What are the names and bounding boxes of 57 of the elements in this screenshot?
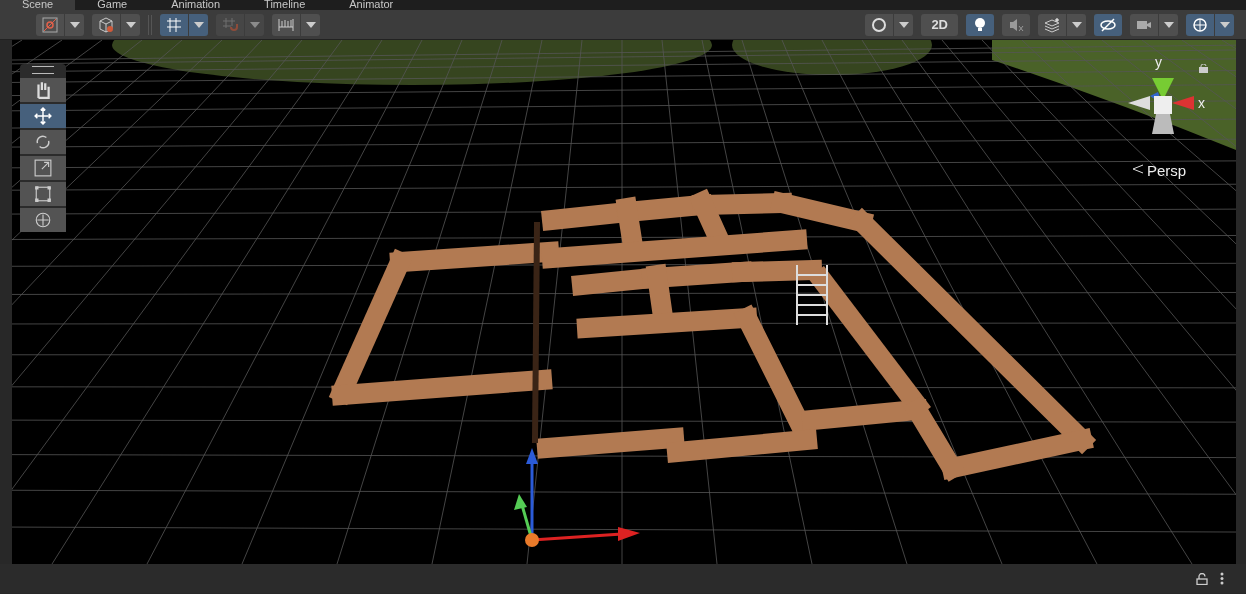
gizmo-toggle-icon bbox=[42, 16, 58, 33]
ruler-icon bbox=[278, 16, 294, 33]
tool-button[interactable] bbox=[20, 156, 66, 180]
tool-button[interactable] bbox=[20, 182, 66, 206]
lock-icon[interactable] bbox=[1199, 64, 1208, 73]
hand-icon bbox=[34, 81, 52, 99]
2d-toggle-button[interactable]: 2D bbox=[921, 13, 958, 36]
axis-label: y bbox=[1155, 53, 1162, 72]
caret-icon bbox=[305, 21, 316, 28]
caret-icon bbox=[1163, 21, 1174, 28]
more-options-icon[interactable] bbox=[1220, 572, 1224, 585]
tool-button[interactable] bbox=[20, 208, 66, 232]
globe-gizmo-icon bbox=[1192, 16, 1208, 33]
dropdown-button[interactable] bbox=[1130, 13, 1178, 36]
dropdown-button[interactable] bbox=[92, 13, 140, 36]
tab[interactable]: Game bbox=[75, 0, 150, 10]
caret-icon bbox=[249, 21, 260, 28]
lock-icon[interactable] bbox=[1196, 572, 1208, 585]
tab[interactable]: Scene bbox=[0, 0, 76, 10]
tab[interactable]: Animation bbox=[149, 0, 243, 10]
scale-icon bbox=[34, 159, 52, 177]
light-bulb-icon bbox=[972, 16, 988, 33]
transform-icon bbox=[34, 211, 52, 229]
chevron-icon bbox=[1132, 163, 1144, 175]
toggle-button[interactable] bbox=[966, 13, 994, 36]
cube-icon bbox=[98, 16, 114, 33]
caret-icon bbox=[69, 21, 80, 28]
caret-icon bbox=[1071, 21, 1082, 28]
drag-handle-icon[interactable] bbox=[32, 66, 54, 74]
shading-mode-icon bbox=[871, 16, 888, 33]
tool-button[interactable] bbox=[20, 78, 66, 102]
axis-label: x bbox=[1198, 94, 1205, 113]
layers-sparkle-icon bbox=[1044, 16, 1060, 33]
tab[interactable]: Animator bbox=[327, 0, 416, 10]
tab[interactable]: Timeline bbox=[242, 0, 328, 10]
toggle-button[interactable] bbox=[1002, 13, 1030, 36]
projection-label[interactable]: Persp bbox=[1147, 160, 1187, 183]
grid-icon bbox=[166, 16, 182, 33]
move-arrows-icon bbox=[34, 107, 52, 125]
dropdown-button[interactable] bbox=[272, 13, 320, 36]
caret-icon bbox=[125, 21, 136, 28]
eye-slashed-icon bbox=[1100, 16, 1116, 33]
grid-snap-icon bbox=[222, 16, 238, 33]
rect-transform-icon bbox=[34, 185, 52, 203]
caret-icon bbox=[1219, 21, 1230, 28]
dropdown-button[interactable] bbox=[1038, 13, 1086, 36]
toggle-button[interactable] bbox=[1094, 13, 1122, 36]
speaker-muted-icon bbox=[1008, 16, 1024, 33]
tool-button[interactable] bbox=[20, 104, 66, 128]
caret-icon bbox=[898, 21, 909, 28]
dropdown-button[interactable] bbox=[1186, 13, 1234, 36]
dropdown-button[interactable] bbox=[36, 13, 84, 36]
tool-button[interactable] bbox=[20, 130, 66, 154]
caret-icon bbox=[193, 21, 204, 28]
rotate-arrows-icon bbox=[34, 133, 52, 151]
dropdown-button[interactable] bbox=[865, 13, 914, 36]
dropdown-button[interactable] bbox=[160, 13, 208, 36]
